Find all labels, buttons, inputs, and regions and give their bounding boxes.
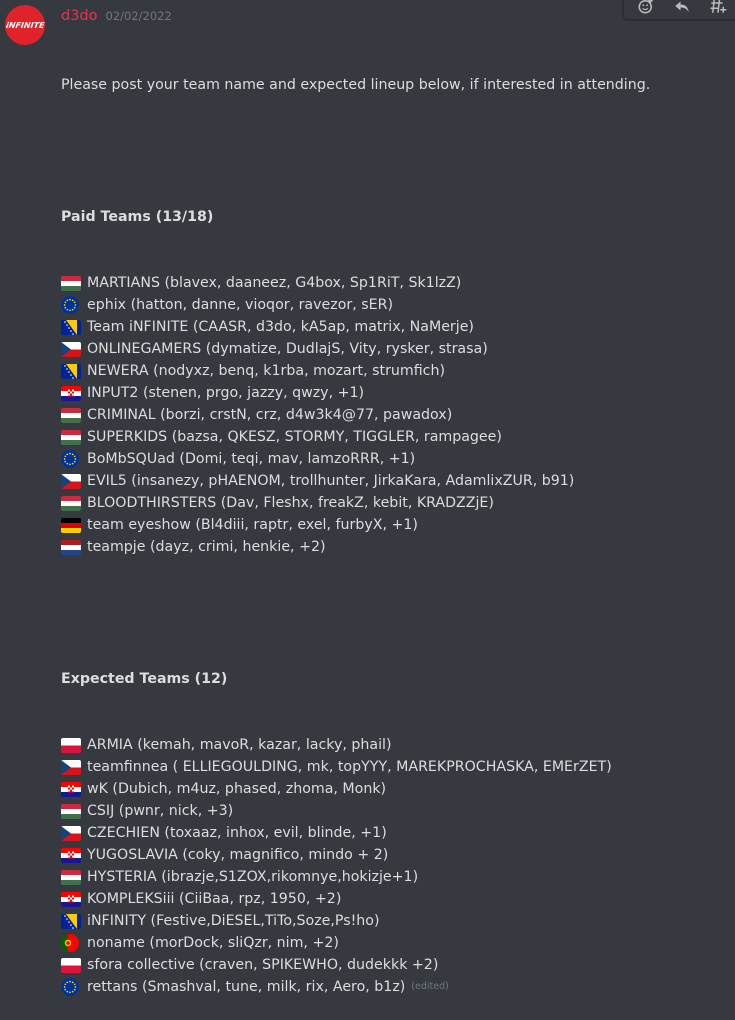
expected-team-row: YUGOSLAVIA (coky, magnifico, mindo + 2) <box>61 844 650 866</box>
expected-team-text: rettans (Smashval, tune, milk, rix, Aero… <box>87 979 406 995</box>
paid-team-row: EVIL5 (insanezy, pHAENOM, trollhunter, J… <box>61 470 650 492</box>
bosnia-flag-icon <box>61 363 81 379</box>
author-username[interactable]: d3do <box>61 8 98 24</box>
message-toolbar <box>623 0 735 20</box>
expected-team-text: iNFINITY (Festive,DiESEL,TiTo,Soze,Ps!ho… <box>87 913 380 929</box>
expected-team-row: HYSTERIA (ibrazje,S1ZOX,rikomnye,hokizje… <box>61 866 650 888</box>
reply-button[interactable] <box>670 0 694 18</box>
expected-team-text: CZECHIEN (toxaaz, inhox, evil, blinde, +… <box>87 825 387 841</box>
czech-flag-icon <box>61 341 81 357</box>
expected-team-text: teamfinnea ( ELLIEGOULDING, mk, topYYY, … <box>87 759 612 775</box>
hungary-flag-icon <box>61 275 81 291</box>
czech-flag-icon <box>61 825 81 841</box>
paid-team-text: SUPERKIDS (bazsa, QKESZ, STORMY, TIGGLER… <box>87 429 502 445</box>
expected-team-row: teamfinnea ( ELLIEGOULDING, mk, topYYY, … <box>61 756 650 778</box>
expected-team-text: CSIJ (pwnr, nick, +3) <box>87 803 234 819</box>
paid-team-row: BLOODTHIRSTERS (Dav, Fleshx, freakZ, keb… <box>61 492 650 514</box>
message-content: Please post your team name and expected … <box>61 30 650 1020</box>
paid-team-row: teampje (dayz, crimi, henkie, +2) <box>61 536 650 558</box>
eu-flag-icon <box>61 296 79 314</box>
expected-team-text: YUGOSLAVIA (coky, magnifico, mindo + 2) <box>87 847 389 863</box>
paid-team-text: ONLINEGAMERS (dymatize, DudlajS, Vity, r… <box>87 341 488 357</box>
edited-label: (edited) <box>411 981 449 992</box>
expected-team-text: HYSTERIA (ibrazje,S1ZOX,rikomnye,hokizje… <box>87 869 419 885</box>
paid-team-text: Team iNFINITE (CAASR, d3do, kA5ap, matri… <box>87 319 474 335</box>
croatia-flag-icon <box>61 847 81 863</box>
paid-team-row: SUPERKIDS (bazsa, QKESZ, STORMY, TIGGLER… <box>61 426 650 448</box>
paid-team-text: teampje (dayz, crimi, henkie, +2) <box>87 539 326 555</box>
paid-team-row: Team iNFINITE (CAASR, d3do, kA5ap, matri… <box>61 316 650 338</box>
paid-team-text: ephix (hatton, danne, vioqor, ravezor, s… <box>87 297 393 313</box>
reply-icon <box>675 1 689 12</box>
paid-teams-heading: Paid Teams (13/18) <box>61 209 214 225</box>
author-avatar[interactable]: iNFINITE <box>5 5 45 45</box>
czech-flag-icon <box>61 759 81 775</box>
netherlands-flag-icon <box>61 539 81 555</box>
hungary-flag-icon <box>61 407 81 423</box>
create-thread-button[interactable] <box>706 0 730 18</box>
paid-team-row: INPUT2 (stenen, prgo, jazzy, qwzy, +1) <box>61 382 650 404</box>
expected-team-text: KOMPLEKSiii (CiiBaa, rpz, 1950, +2) <box>87 891 342 907</box>
add-reaction-button[interactable] <box>634 0 658 18</box>
hungary-flag-icon <box>61 429 81 445</box>
poland-flag-icon <box>61 957 81 973</box>
portugal-flag-icon <box>61 934 79 952</box>
croatia-flag-icon <box>61 891 81 907</box>
croatia-flag-icon <box>61 385 81 401</box>
expected-team-row: ARMIA (kemah, mavoR, kazar, lacky, phail… <box>61 734 650 756</box>
paid-team-text: team eyeshow (Bl4diii, raptr, exel, furb… <box>87 517 418 533</box>
bosnia-flag-icon <box>61 913 81 929</box>
expected-team-row: KOMPLEKSiii (CiiBaa, rpz, 1950, +2) <box>61 888 650 910</box>
expected-teams-heading: Expected Teams (12) <box>61 671 228 687</box>
paid-team-text: MARTIANS (blavex, daaneez, G4box, Sp1RiT… <box>87 275 462 291</box>
expected-teams-list: ARMIA (kemah, mavoR, kazar, lacky, phail… <box>61 734 650 998</box>
paid-teams-list: MARTIANS (blavex, daaneez, G4box, Sp1RiT… <box>61 272 650 558</box>
hungary-flag-icon <box>61 869 81 885</box>
paid-team-row: BoMbSQUad (Domi, teqi, mav, lamzoRRR, +1… <box>61 448 650 470</box>
avatar-logo-text: iNFINITE <box>5 20 45 30</box>
paid-team-text: EVIL5 (insanezy, pHAENOM, trollhunter, J… <box>87 473 575 489</box>
expected-team-row: sfora collective (craven, SPIKEWHO, dude… <box>61 954 650 976</box>
expected-team-row: iNFINITY (Festive,DiESEL,TiTo,Soze,Ps!ho… <box>61 910 650 932</box>
create-thread-icon <box>710 0 727 13</box>
bosnia-flag-icon <box>61 319 81 335</box>
paid-team-text: BLOODTHIRSTERS (Dav, Fleshx, freakZ, keb… <box>87 495 494 511</box>
message-timestamp: 02/02/2022 <box>105 9 172 23</box>
poland-flag-icon <box>61 737 81 753</box>
paid-team-row: MARTIANS (blavex, daaneez, G4box, Sp1RiT… <box>61 272 650 294</box>
paid-team-row: ONLINEGAMERS (dymatize, DudlajS, Vity, r… <box>61 338 650 360</box>
paid-team-row: NEWERA (nodyxz, benq, k1rba, mozart, str… <box>61 360 650 382</box>
add-reaction-icon <box>638 0 653 14</box>
hungary-flag-icon <box>61 495 81 511</box>
expected-team-text: ARMIA (kemah, mavoR, kazar, lacky, phail… <box>87 737 392 753</box>
germany-flag-icon <box>61 517 81 533</box>
paid-team-text: NEWERA (nodyxz, benq, k1rba, mozart, str… <box>87 363 446 379</box>
paid-team-row: CRIMINAL (borzi, crstN, crz, d4w3k4@77, … <box>61 404 650 426</box>
eu-flag-icon <box>61 450 79 468</box>
paid-team-row: ephix (hatton, danne, vioqor, ravezor, s… <box>61 294 650 316</box>
message-intro: Please post your team name and expected … <box>61 77 651 93</box>
hungary-flag-icon <box>61 803 81 819</box>
paid-team-text: CRIMINAL (borzi, crstN, crz, d4w3k4@77, … <box>87 407 453 423</box>
expected-team-text: sfora collective (craven, SPIKEWHO, dude… <box>87 957 439 973</box>
czech-flag-icon <box>61 473 81 489</box>
paid-team-row: team eyeshow (Bl4diii, raptr, exel, furb… <box>61 514 650 536</box>
expected-team-text: wK (Dubich, m4uz, phased, zhoma, Monk) <box>87 781 387 797</box>
eu-flag-icon <box>61 978 79 996</box>
expected-team-row: noname (morDock, sliQzr, nim, +2) <box>61 932 650 954</box>
expected-team-row: CSIJ (pwnr, nick, +3) <box>61 800 650 822</box>
croatia-flag-icon <box>61 781 81 797</box>
expected-team-row: CZECHIEN (toxaaz, inhox, evil, blinde, +… <box>61 822 650 844</box>
paid-team-text: INPUT2 (stenen, prgo, jazzy, qwzy, +1) <box>87 385 365 401</box>
expected-team-row: rettans (Smashval, tune, milk, rix, Aero… <box>61 976 650 998</box>
expected-team-text: noname (morDock, sliQzr, nim, +2) <box>87 935 339 951</box>
message-header: d3do 02/02/2022 <box>61 8 172 28</box>
paid-team-text: BoMbSQUad (Domi, teqi, mav, lamzoRRR, +1… <box>87 451 416 467</box>
expected-team-row: wK (Dubich, m4uz, phased, zhoma, Monk) <box>61 778 650 800</box>
